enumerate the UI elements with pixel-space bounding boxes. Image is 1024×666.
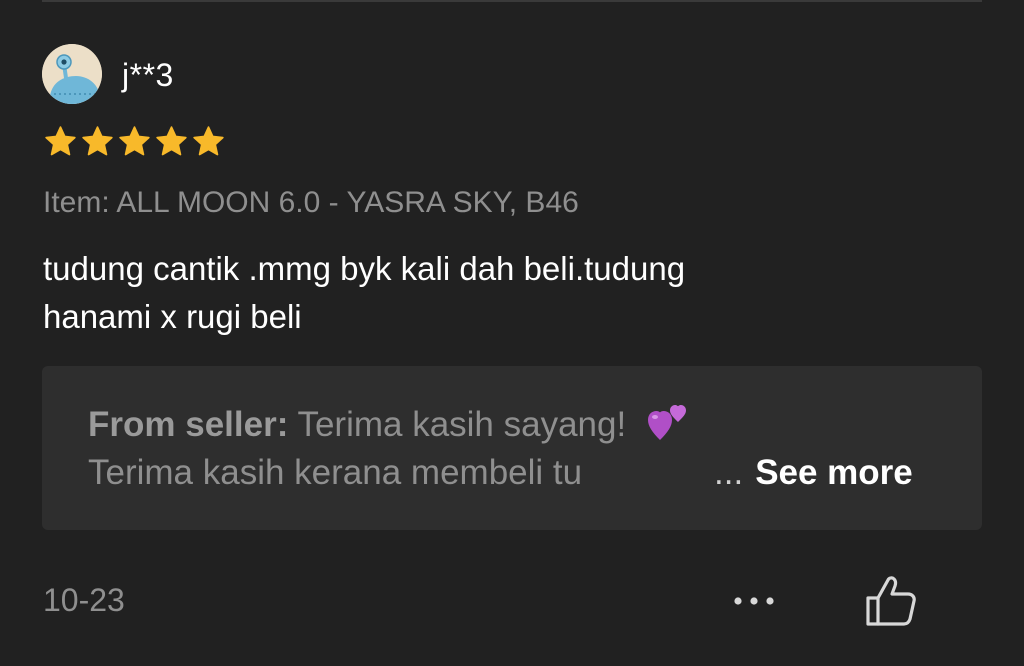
star-icon [80, 124, 115, 159]
review-text: tudung cantik .mmg byk kali dah beli.tud… [43, 245, 943, 341]
star-icon [191, 124, 226, 159]
star-icon [43, 124, 78, 159]
seller-reply-box: From seller: Terima kasih sayang! Terima… [42, 366, 982, 530]
divider [42, 0, 982, 2]
review-text-line: tudung cantik .mmg byk kali dah beli.tud… [43, 250, 686, 287]
more-horizontal-icon[interactable] [728, 586, 780, 616]
star-icon [154, 124, 189, 159]
thumbs-up-icon[interactable] [862, 574, 920, 628]
review-date: 10-23 [43, 582, 125, 618]
seller-reply-label: From seller: [88, 405, 289, 444]
avatar[interactable] [42, 44, 102, 104]
seller-reply-line: From seller: Terima kasih sayang! [88, 402, 688, 454]
item-variant: Item: ALL MOON 6.0 - YASRA SKY, B46 [43, 186, 579, 219]
username: j**3 [122, 57, 174, 93]
seller-reply-line: Terima kasih kerana membeli tu [88, 453, 583, 492]
see-more-label[interactable]: See more [755, 453, 913, 492]
seller-reply-text: Terima kasih sayang! [297, 405, 627, 444]
review-text-line: hanami x rugi beli [43, 298, 302, 335]
truncation-ellipsis: ... [714, 453, 744, 492]
review-card: j**3 Item: ALL MOON 6.0 - YASRA SKY, B46… [0, 0, 1024, 666]
star-icon [117, 124, 152, 159]
star-rating [43, 124, 226, 162]
two-hearts-icon [647, 404, 688, 454]
see-more-link[interactable]: ... See more [714, 450, 913, 496]
